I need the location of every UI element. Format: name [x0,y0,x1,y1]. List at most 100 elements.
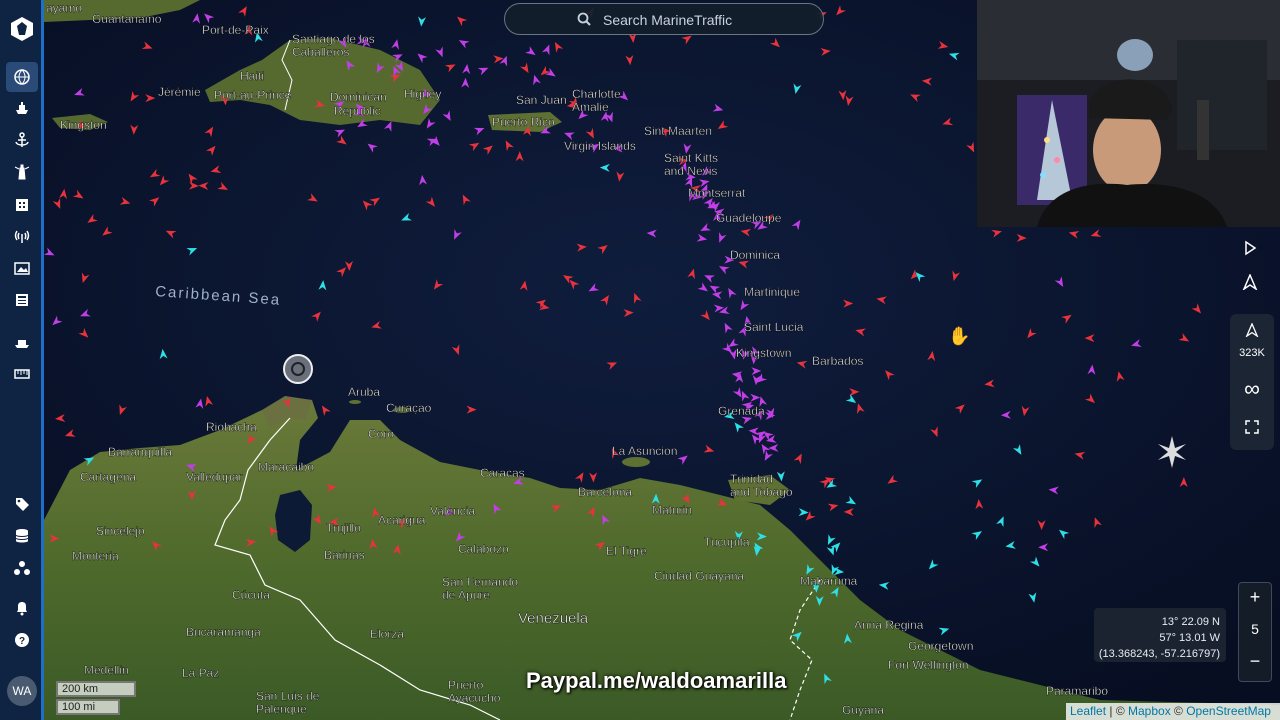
place-label-text: Guadeloupe [716,211,782,225]
place-label: Montserrat [688,186,746,200]
vessel-count: 323K [1239,347,1265,359]
place-label-text: Guyana [842,703,884,717]
place-label-text: Cúcuta [232,588,270,602]
sidebar-network-icon[interactable] [10,556,34,580]
search-bar[interactable] [504,3,824,35]
place-label: Trujillo [326,521,362,535]
place-label: Barranquilla [108,445,173,459]
place-label-text: San Luis de [256,689,320,703]
vessel-controls-panel: 323K ∞ [1230,314,1274,450]
coords-longitude: 57° 13.01 W [1159,632,1220,644]
place-label-text: Aruba [348,385,380,399]
sidebar-globe-icon[interactable] [6,62,38,92]
place-label: Elorza [370,627,405,641]
leaflet-link[interactable]: Leaflet [1070,704,1106,718]
sidebar-news-icon[interactable] [10,288,34,312]
place-label: Mabaruma [800,574,858,588]
place-label-text: Sincelejo [96,524,145,538]
sidebar-antenna-icon[interactable] [10,224,34,248]
scale-km: 200 km [56,681,136,697]
sidebar-building-icon[interactable] [10,192,34,216]
place-label-text: Palenque [256,702,307,716]
sidebar-tag-icon[interactable] [10,492,34,516]
place-label: Cartagena [80,470,137,484]
place-label-text: Jérémie [158,85,201,99]
place-label: Fort Wellington [888,658,969,672]
fullscreen-icon [1245,420,1259,434]
place-label: Guadeloupe [716,211,782,225]
fullscreen-button[interactable] [1230,414,1274,440]
place-label: Valencia [430,504,476,518]
place-label: Aruba [348,385,381,399]
selected-position-marker[interactable] [283,354,313,384]
country-label: Republic [334,104,381,118]
search-input[interactable] [601,9,805,31]
zoom-in-button[interactable]: + [1239,587,1271,611]
place-label-text: Paramaribo [1046,684,1108,698]
place-label-text: Valencia [430,504,475,518]
place-label: Sint Maarten [644,124,712,138]
place-label: Cúcuta [232,588,271,602]
place-label-text: Saint Kitts [664,151,718,165]
sidebar-ruler-icon[interactable] [10,362,34,386]
place-label-text: Higuey [404,87,441,101]
navigation-button[interactable] [1228,269,1272,295]
place-label-text: Barcelona [578,485,632,499]
sidebar-bell-icon[interactable] [10,596,34,620]
place-label: Monteria [72,549,119,563]
place-label-text: Bucaramanga [186,625,261,639]
place-label: Curaçao [386,401,432,415]
place-label: Riohacha [206,420,257,434]
place-label: Georgetown [908,639,974,653]
place-label-text: Curaçao [386,401,432,415]
place-label: Saint Lucia [744,320,804,334]
place-label-text: Calabozo [458,542,509,556]
place-label: Ciudad Guayana [654,569,745,583]
place-label: Medellin [84,663,129,677]
user-avatar[interactable]: WA [7,676,37,706]
place-label-text: Barranquilla [108,445,172,459]
place-label: La Asuncion [612,444,678,458]
scale-mi: 100 mi [56,699,120,715]
navigation-icon [1242,274,1258,290]
place-label-text: Caracas [480,466,525,480]
place-label: Maturin [652,503,692,517]
place-label: Port-au-Prince [214,88,292,102]
place-label-text: Guantanamo [92,12,162,26]
sidebar-lighthouse-icon[interactable] [10,160,34,184]
sidebar-help-icon[interactable]: ? [10,628,34,652]
coords-decimal: (13.368243, -57.216797) [1098,648,1220,660]
place-label-text: Elorza [370,627,404,641]
hand-cursor-icon: ✋ [948,326,971,346]
place-label: Anna Regina [854,618,924,632]
place-label-text: La Asuncion [612,444,677,458]
place-label: ayamo [46,1,83,15]
osm-link[interactable]: OpenStreetMap [1186,704,1271,718]
sidebar-database-icon[interactable] [10,524,34,548]
play-button[interactable] [1228,235,1272,261]
marinetraffic-logo-icon[interactable] [9,16,35,42]
place-label-text: Saint Lucia [744,320,804,334]
attribution-sep2: © [1170,704,1187,718]
sidebar-fleet-icon[interactable] [10,330,34,354]
place-label-text: Fort Wellington [888,658,968,672]
infinity-button[interactable]: ∞ [1230,376,1274,402]
place-label: Jérémie [158,85,201,99]
place-label-text: Coro [368,427,394,441]
sidebar-anchor-icon[interactable] [10,128,34,152]
zoom-out-button[interactable]: − [1239,651,1271,672]
place-label-text: Port-au-Prince [214,88,292,102]
mapbox-link[interactable]: Mapbox [1128,704,1171,718]
sidebar-ship-icon[interactable] [10,96,34,120]
place-label-text: Tucupita [704,535,750,549]
play-icon [1245,240,1257,256]
sidebar-photo-icon[interactable] [10,256,34,280]
place-label: Maracaibo [258,460,315,474]
place-label-text: Grenada [718,404,765,418]
place-label-text: ayamo [46,1,82,15]
direction-icon [1245,323,1259,337]
map-attribution: Leaflet | © Mapbox © OpenStreetMap [1066,703,1280,720]
place-label: San Juan [516,93,567,107]
vessel-direction-button[interactable] [1230,320,1274,340]
place-label: Higuey [404,87,442,101]
